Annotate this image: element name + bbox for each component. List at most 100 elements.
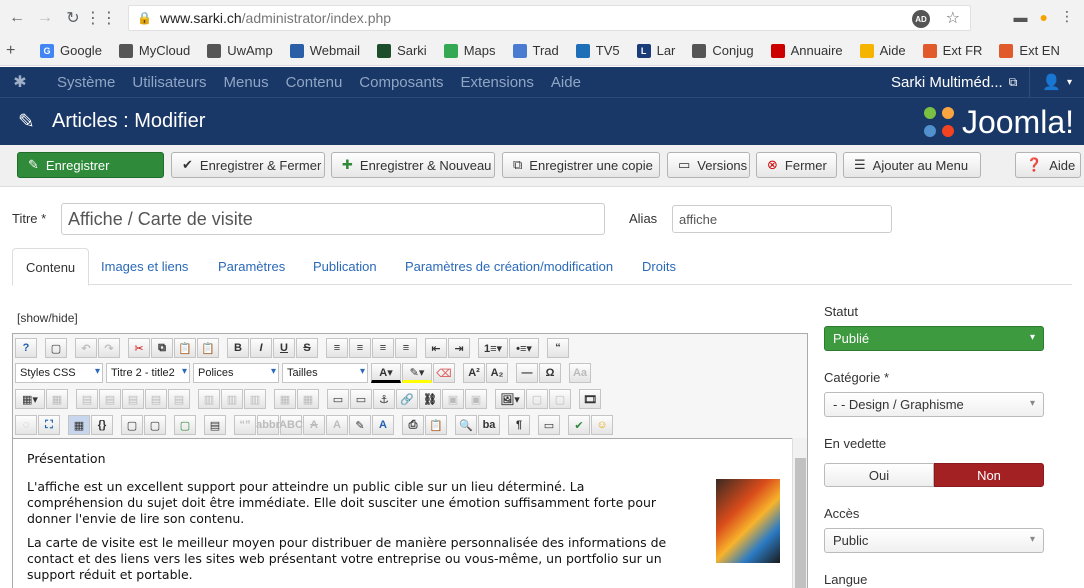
editor-content[interactable]: Présentation L'affiche est un excellent … (13, 438, 793, 588)
bookmark-conjug[interactable]: Conjug (692, 43, 754, 58)
abbr-icon[interactable]: abbr (256, 415, 280, 435)
eraser-icon[interactable]: ⌫ (433, 363, 455, 383)
forward-icon[interactable]: → (34, 7, 56, 29)
emoticon-icon[interactable]: ☺ (591, 415, 613, 435)
key-icon[interactable]: ● (1040, 9, 1048, 25)
indent-icon[interactable]: ⇥ (448, 338, 470, 358)
apps-icon[interactable]: ⋮⋮ (85, 7, 117, 29)
delete-row-icon[interactable]: ▤ (168, 389, 190, 409)
numbered-list-icon[interactable]: 1≡▾ (478, 338, 508, 358)
nav-aide[interactable]: Aide (551, 74, 581, 91)
case-icon[interactable]: Aa (569, 363, 591, 383)
layer-icon[interactable]: ▭ (327, 389, 349, 409)
spellcheck-icon[interactable]: ✔ (568, 415, 590, 435)
cast-icon[interactable]: ▬ (1014, 9, 1028, 25)
cell-props-icon[interactable]: ▤ (99, 389, 121, 409)
ins-icon[interactable]: A (326, 415, 348, 435)
merge-cells-icon[interactable]: ▦ (297, 389, 319, 409)
close-button[interactable]: ⊗ Fermer (756, 152, 837, 178)
nav-systeme[interactable]: Système (57, 74, 115, 91)
fullscreen-icon[interactable]: ⛶ (38, 415, 60, 435)
col-before-icon[interactable]: ▥ (198, 389, 220, 409)
nav-utilisateurs[interactable]: Utilisateurs (132, 74, 206, 91)
alias-input[interactable]: affiche (672, 205, 892, 233)
bookmark-uwamp[interactable]: UwAmp (207, 43, 273, 58)
bookmark-star-icon[interactable]: ☆ (946, 8, 960, 28)
reload-icon[interactable]: ↻ (62, 7, 84, 29)
align-right-icon[interactable]: ≡ (395, 338, 417, 358)
font-dropdown[interactable]: Polices (193, 363, 279, 383)
unlink-icon[interactable]: ⛓ (419, 389, 441, 409)
joomla-icon[interactable]: ✱ (0, 72, 40, 92)
bullet-list-icon[interactable]: •≡▾ (509, 338, 539, 358)
insert-file-icon[interactable]: ▢ (174, 415, 196, 435)
col-after-icon[interactable]: ▥ (221, 389, 243, 409)
access-select[interactable]: Public ▾ (824, 528, 1044, 553)
superscript-icon[interactable]: A² (463, 363, 485, 383)
bookmark-tv5[interactable]: TV5 (575, 43, 620, 58)
status-select[interactable]: Publié ▾ (824, 326, 1044, 351)
layer-abs-icon[interactable]: ▭ (350, 389, 372, 409)
insert-row-before-icon[interactable]: ▤ (122, 389, 144, 409)
align-center-icon[interactable]: ≡ (372, 338, 394, 358)
nav-menus[interactable]: Menus (224, 74, 269, 91)
del-icon[interactable]: A (303, 415, 325, 435)
styles-dropdown[interactable]: Styles CSS (15, 363, 103, 383)
help-icon[interactable]: ? (15, 338, 37, 358)
italic-icon[interactable]: I (250, 338, 272, 358)
template-icon[interactable]: ▢ (121, 415, 143, 435)
visual-blocks-icon[interactable]: ▦ (68, 415, 90, 435)
user-icon[interactable]: 👤 (1042, 73, 1061, 91)
nonbreaking-icon[interactable]: ▭ (538, 415, 560, 435)
strikethrough-icon[interactable]: S (296, 338, 318, 358)
paste-text-icon[interactable]: 📋 (197, 338, 219, 358)
bookmark-annuaire[interactable]: Annuaire (770, 43, 843, 58)
caret-down-icon[interactable]: ▾ (1067, 77, 1072, 88)
file-delete-icon[interactable]: ▢ (549, 389, 571, 409)
bookmark-google[interactable]: G Google (40, 43, 102, 58)
horizontal-rule-icon[interactable]: — (516, 363, 538, 383)
bookmark-mycloud[interactable]: MyCloud (118, 43, 190, 58)
bookmark-trad[interactable]: Trad (512, 43, 559, 58)
media-props-icon[interactable]: ▣ (465, 389, 487, 409)
file-icon[interactable]: ▢ (526, 389, 548, 409)
save-copy-button[interactable]: ⧉ Enregistrer une copie (502, 152, 660, 178)
row-props-icon[interactable]: ▤ (76, 389, 98, 409)
site-name-link[interactable]: Sarki Multiméd... (891, 74, 1003, 91)
featured-no-button[interactable]: Non (934, 463, 1044, 487)
new-document-icon[interactable]: ▢ (45, 338, 67, 358)
quote-icon[interactable]: “” (234, 415, 256, 435)
paste-word-icon[interactable]: 📋 (425, 415, 447, 435)
insert-image-icon[interactable]: 🖼▾ (495, 389, 525, 409)
tab-images-liens[interactable]: Images et liens (88, 248, 201, 285)
tab-droits[interactable]: Droits (629, 248, 689, 285)
highlight-color-icon[interactable]: ✎▾ (402, 363, 432, 383)
subscript-icon[interactable]: A₂ (486, 363, 508, 383)
table-icon[interactable]: ▦▾ (15, 389, 45, 409)
search-replace-icon[interactable]: 🔍 (455, 415, 477, 435)
attribs-icon[interactable]: ✎ (349, 415, 371, 435)
bookmark-webmail[interactable]: Webmail (289, 43, 360, 58)
format-dropdown[interactable]: Titre 2 - title2 (106, 363, 190, 383)
url-field[interactable]: 🔒 www.sarki.ch/administrator/index.php A… (128, 5, 971, 31)
delete-col-icon[interactable]: ▥ (244, 389, 266, 409)
align-justify-icon[interactable]: ≡ (326, 338, 348, 358)
page-break-icon[interactable]: ▤ (204, 415, 226, 435)
show-hide-toggle[interactable]: [show/hide] (17, 311, 78, 325)
media-icon[interactable]: 🎞 (579, 389, 601, 409)
text-color-icon[interactable]: A▾ (371, 363, 401, 383)
align-left-icon[interactable]: ≡ (349, 338, 371, 358)
tab-creation-modification[interactable]: Paramètres de création/modification (392, 248, 626, 285)
preview-icon[interactable]: ▢ (144, 415, 166, 435)
editor-scrollbar[interactable] (792, 438, 807, 588)
copy-icon[interactable]: ⧉ (151, 338, 173, 358)
acronym-icon[interactable]: ABC (279, 415, 303, 435)
visual-aid-icon[interactable]: ◌ (15, 415, 37, 435)
menu-icon[interactable]: ⋮ (1060, 8, 1074, 25)
save-close-button[interactable]: ✔ Enregistrer & Fermer (171, 152, 325, 178)
nav-composants[interactable]: Composants (359, 74, 443, 91)
adblock-icon[interactable]: AD (912, 10, 930, 28)
back-icon[interactable]: ← (6, 7, 28, 29)
anchor-icon[interactable]: ⚓ (373, 389, 395, 409)
featured-yes-button[interactable]: Oui (824, 463, 934, 487)
